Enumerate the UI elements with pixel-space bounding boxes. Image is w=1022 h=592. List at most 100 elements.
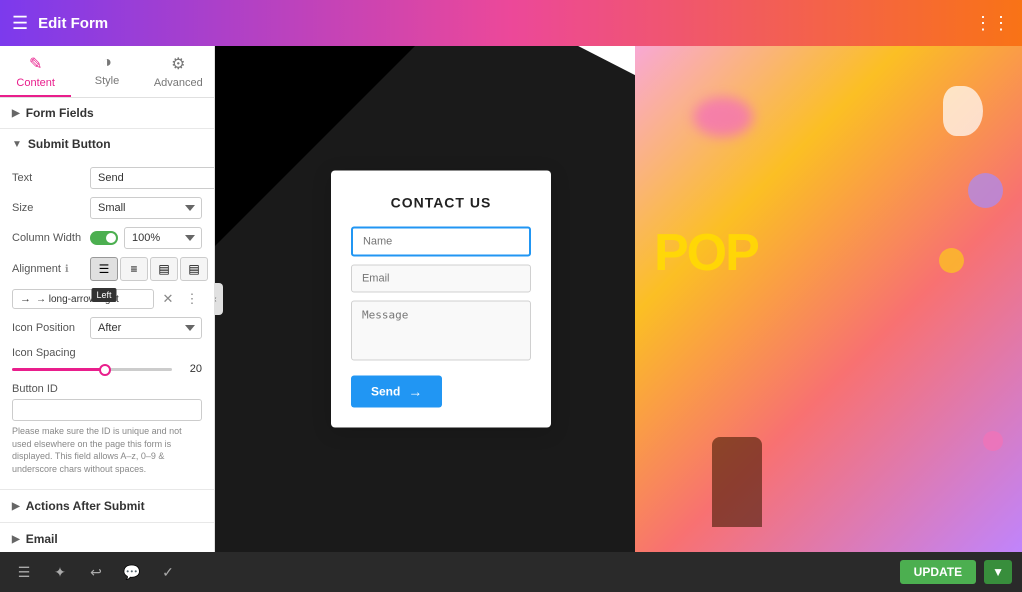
icon-options-btn[interactable]: ⋮ (182, 289, 202, 309)
tab-advanced[interactable]: ⚙ Advanced (143, 46, 214, 97)
alignment-info-icon: ℹ (65, 264, 69, 275)
button-id-label: Button ID (12, 383, 202, 395)
icon-spacing-row: Icon Spacing 20 (12, 347, 202, 375)
grid-icon[interactable]: ⋮⋮ (974, 13, 1010, 34)
size-field-label: Size (12, 202, 84, 214)
align-right-icon: ▤ (158, 262, 169, 276)
tab-style-label: Style (95, 75, 119, 87)
submit-arrow: ▼ (12, 139, 22, 150)
submit-button-label: Submit Button (28, 137, 111, 151)
align-left-tooltip: Left (91, 288, 116, 302)
alignment-row: Alignment ℹ ☰ Left ≡ ▤ (12, 257, 202, 281)
submit-section-content: Text Size Small Medium Large Column Widt… (0, 159, 214, 489)
button-id-input[interactable] (12, 399, 202, 421)
tab-content[interactable]: ✎ Content (0, 46, 71, 97)
size-field-select[interactable]: Small Medium Large (90, 197, 202, 219)
column-width-select[interactable]: 100% (124, 227, 202, 249)
toolbar-check-btn[interactable]: ✓ (154, 558, 182, 586)
align-justify-btn[interactable]: ▤ (180, 257, 208, 281)
button-id-row: Button ID Please make sure the ID is uni… (12, 383, 202, 475)
form-preview-card: CONTACT US Send → (331, 171, 551, 428)
form-name-input[interactable] (351, 227, 531, 257)
form-message-textarea[interactable] (351, 301, 531, 361)
collapse-icon: ‹ (215, 294, 217, 305)
toolbar-menu-btn[interactable]: ☰ (10, 558, 38, 586)
button-id-help: Please make sure the ID is unique and no… (12, 425, 202, 475)
photo-area: POP (635, 46, 1022, 552)
pink-blob (983, 431, 1003, 451)
unicorn-decoration (943, 86, 983, 136)
hamburger-icon[interactable]: ☰ (12, 13, 28, 34)
email-section-header[interactable]: ▶ Email (0, 523, 214, 552)
form-card-title: CONTACT US (351, 195, 531, 211)
tab-advanced-label: Advanced (154, 77, 203, 89)
purple-blob (968, 173, 1003, 208)
actions-label: Actions After Submit (26, 499, 145, 513)
align-left-btn[interactable]: ☰ Left (90, 257, 118, 281)
tab-style[interactable]: ◑ Style (71, 46, 142, 97)
alignment-label: Alignment ℹ (12, 263, 84, 275)
main-layout: ✎ Content ◑ Style ⚙ Advanced ▶ Form Fiel… (0, 46, 1022, 552)
align-justify-icon: ▤ (188, 262, 199, 276)
column-width-label: Column Width (12, 232, 84, 244)
email-label: Email (26, 532, 58, 546)
column-width-row: Column Width 100% (12, 227, 202, 249)
actions-section-header[interactable]: ▶ Actions After Submit (0, 490, 214, 523)
panel-collapse-handle[interactable]: ‹ (215, 283, 223, 315)
bottom-toolbar: ☰ ✦ ↩ 💬 ✓ UPDATE ▼ (0, 552, 1022, 592)
slider-container: 20 (12, 363, 202, 375)
align-center-icon: ≡ (130, 262, 137, 276)
align-center-btn[interactable]: ≡ (120, 257, 148, 281)
icon-position-label: Icon Position (12, 322, 84, 334)
yellow-blob (939, 248, 964, 273)
header: ☰ Edit Form ⋮⋮ (0, 0, 1022, 46)
submit-button-section: ▼ Submit Button Text Size Small Medium L… (0, 129, 214, 490)
toolbar-settings-btn[interactable]: ✦ (46, 558, 74, 586)
fluffy-decoration (693, 97, 753, 137)
icon-position-select[interactable]: After Before (90, 317, 202, 339)
size-row: Size Small Medium Large (12, 197, 202, 219)
icon-position-row: Icon Position After Before (12, 317, 202, 339)
text-field-input[interactable] (90, 167, 215, 189)
pop-text-decoration: POP (654, 223, 758, 283)
email-arrow: ▶ (12, 534, 20, 545)
update-arrow-button[interactable]: ▼ (984, 560, 1012, 584)
send-button[interactable]: Send → (351, 376, 442, 408)
advanced-tab-icon: ⚙ (171, 54, 185, 74)
text-field-label: Text (12, 172, 84, 184)
toolbar-undo-btn[interactable]: ↩ (82, 558, 110, 586)
icon-spacing-slider[interactable] (12, 368, 172, 371)
form-fields-header[interactable]: ▶ Form Fields (0, 98, 214, 128)
toolbar-comments-btn[interactable]: 💬 (118, 558, 146, 586)
icon-spacing-label: Icon Spacing (12, 347, 202, 359)
photo-background: POP (635, 46, 1022, 552)
submit-button-header[interactable]: ▼ Submit Button (0, 129, 214, 159)
tab-content-label: Content (16, 77, 55, 89)
icon-remove-btn[interactable]: ✕ (158, 289, 178, 309)
header-left: ☰ Edit Form (12, 13, 108, 34)
form-fields-label: Form Fields (26, 106, 94, 120)
left-panel: ✎ Content ◑ Style ⚙ Advanced ▶ Form Fiel… (0, 46, 215, 552)
alignment-buttons: ☰ Left ≡ ▤ ▤ (90, 257, 208, 281)
update-button[interactable]: UPDATE (900, 560, 976, 584)
align-left-icon: ☰ (99, 262, 110, 276)
column-width-toggle[interactable] (90, 231, 118, 245)
text-row: Text (12, 167, 202, 189)
style-tab-icon: ◑ (102, 54, 112, 72)
header-title: Edit Form (38, 15, 108, 32)
slider-value: 20 (180, 363, 202, 375)
actions-arrow: ▶ (12, 501, 20, 512)
icon-selector-box[interactable]: → → long-arrow-right (12, 289, 154, 309)
send-button-label: Send (371, 385, 400, 399)
slider-thumb (99, 364, 111, 376)
send-arrow-icon: → (408, 384, 422, 400)
right-content: POP CONTACT US Send → ‹ (215, 46, 1022, 552)
form-email-input[interactable] (351, 265, 531, 293)
content-tab-icon: ✎ (29, 54, 42, 74)
tab-bar: ✎ Content ◑ Style ⚙ Advanced (0, 46, 214, 98)
form-fields-section: ▶ Form Fields (0, 98, 214, 129)
form-fields-arrow: ▶ (12, 108, 20, 119)
figure-decoration (712, 437, 762, 527)
align-right-btn[interactable]: ▤ (150, 257, 178, 281)
icon-arrow-symbol: → (20, 293, 31, 305)
